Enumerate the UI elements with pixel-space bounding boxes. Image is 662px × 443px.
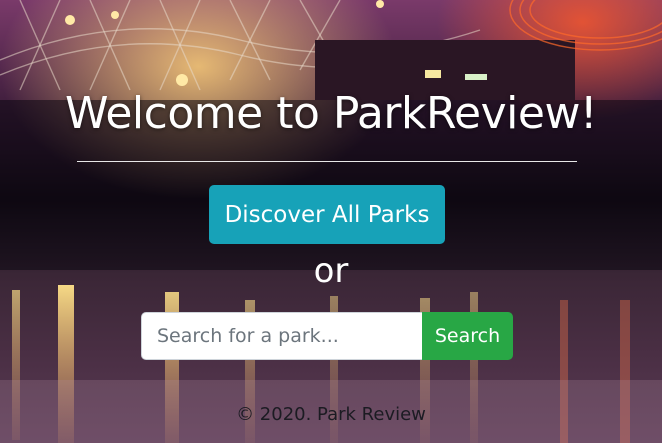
search-button[interactable]: Search (422, 312, 513, 360)
search-form: Search (141, 312, 513, 360)
title-divider (77, 161, 577, 162)
discover-all-parks-button[interactable]: Discover All Parks (209, 185, 445, 244)
search-input[interactable] (141, 312, 422, 360)
page-title: Welcome to ParkReview! (64, 88, 598, 139)
footer-copyright: © 2020. Park Review (236, 404, 426, 425)
hero-section: Welcome to ParkReview! Discover All Park… (0, 0, 662, 443)
or-separator: or (313, 251, 349, 291)
